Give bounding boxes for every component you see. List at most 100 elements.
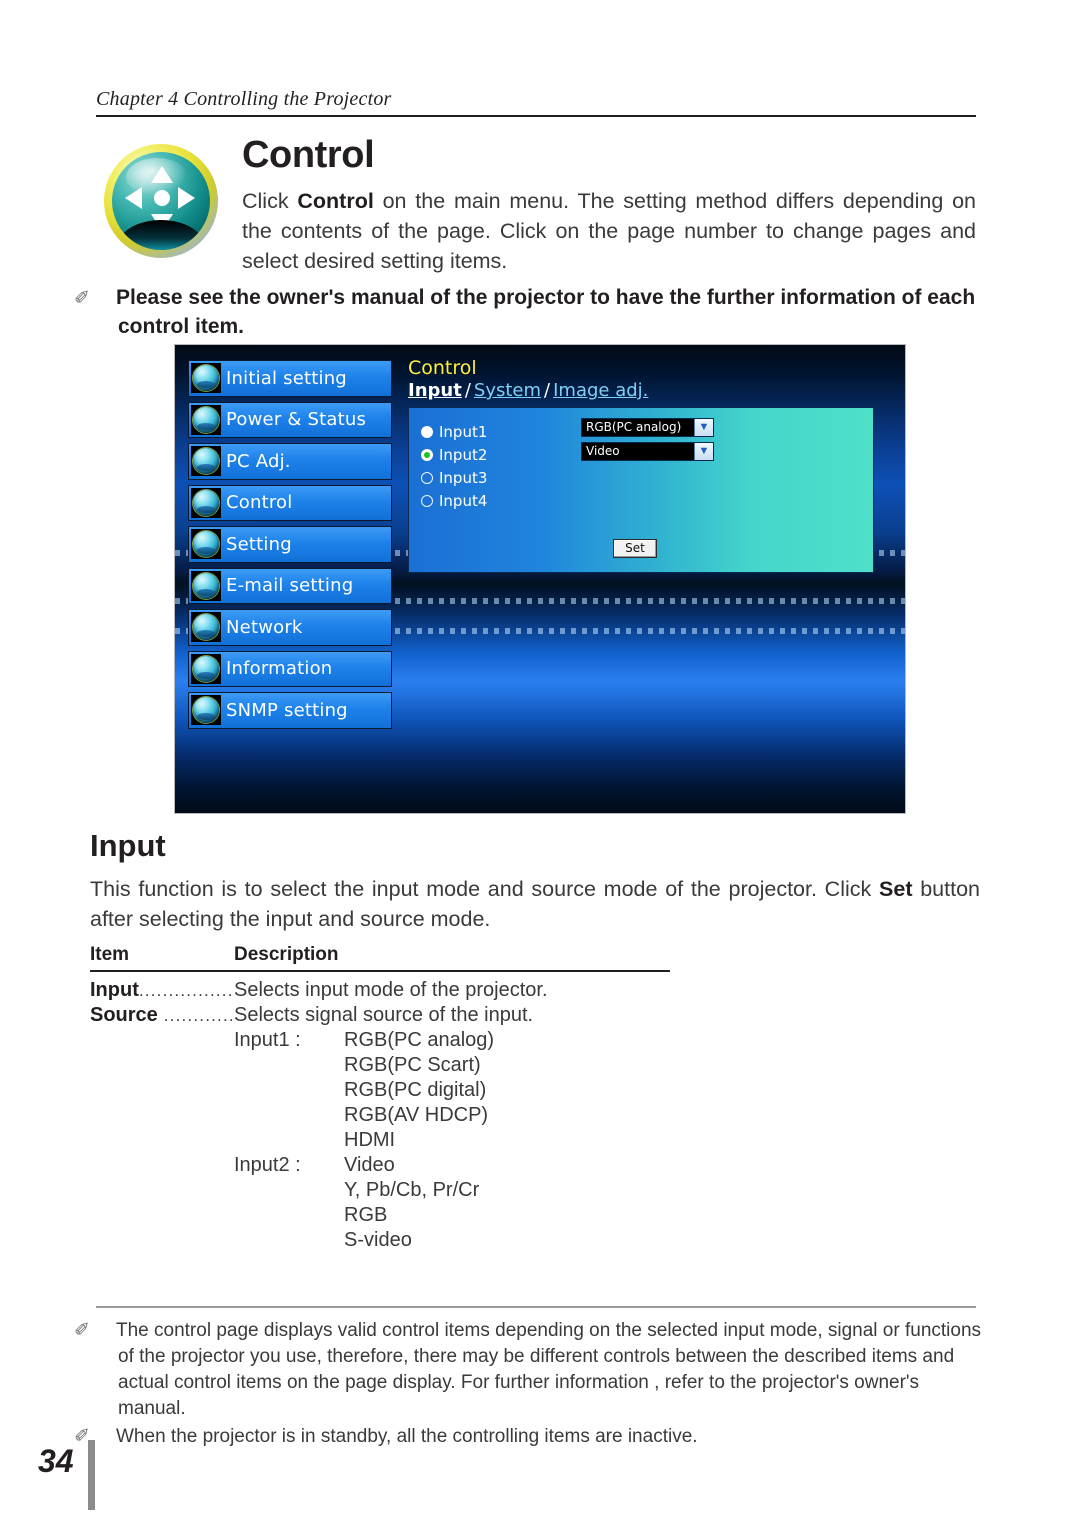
footer-note-1-text: The control page displays valid control …: [116, 1320, 982, 1419]
option-group-key-spacer: [90, 1178, 344, 1203]
input-section-description: This function is to select the input mod…: [90, 874, 980, 934]
sidebar-item-initial-setting[interactable]: Initial setting: [188, 360, 392, 397]
input1-label: Input1: [439, 422, 488, 441]
option-value: RGB: [344, 1204, 388, 1226]
table-row-item: Source ....................: [90, 1003, 234, 1028]
dot-leader: ........................: [138, 981, 234, 1000]
column-header-description: Description: [234, 944, 339, 965]
input-section-title: Input: [90, 828, 166, 863]
control-direction-pad-icon: [96, 140, 228, 265]
sidebar-item-snmp-setting[interactable]: SNMP setting: [188, 692, 392, 729]
information-orb-icon: [191, 653, 221, 684]
ui-input-panel: Input1 Input2 Input3 Input4 RGB(PC analo: [408, 407, 874, 573]
footer-divider: [96, 1306, 976, 1308]
input4-label: Input4: [439, 491, 488, 510]
option-group-key-spacer: [90, 1078, 344, 1103]
ui-panel-title: Control: [408, 357, 477, 379]
sidebar-item-information[interactable]: Information: [188, 650, 392, 687]
input2-radio[interactable]: [421, 448, 433, 461]
option-value: RGB(PC analog): [344, 1029, 495, 1051]
ui-main-content: Control Input / System / Image adj. Input1 I…: [408, 357, 888, 573]
option-value: Y, Pb/Cb, Pr/Cr: [344, 1179, 480, 1201]
control-description: Click Control on the main menu. The sett…: [242, 186, 976, 276]
header-divider: [96, 115, 976, 117]
initial-setting-orb-icon: [191, 363, 221, 394]
table-header-row: Item Description: [90, 944, 670, 970]
input2-label: Input2: [439, 445, 488, 464]
source-select-group: RGB(PC analog) ▼ Video ▼: [581, 418, 714, 466]
input2-row[interactable]: Input2: [421, 443, 487, 466]
sidebar-item-setting[interactable]: Setting: [188, 526, 392, 563]
table-row-description: Selects signal source of the input.: [234, 1004, 534, 1026]
input2-source-select[interactable]: Video ▼: [581, 442, 714, 461]
table-row-description: Selects input mode of the projector.: [234, 979, 548, 1001]
option-row: Input2 : Video: [90, 1153, 670, 1178]
chapter-header: Chapter 4 Controlling the Projector: [96, 88, 976, 114]
option-group-key-spacer: [90, 1053, 344, 1078]
chevron-down-icon[interactable]: ▼: [694, 443, 713, 460]
option-group-key: Input2 :: [234, 1154, 301, 1176]
owner-manual-notice: ✐ Please see the owner's manual of the pr…: [74, 284, 982, 341]
projector-web-ui-screenshot: Initial setting Power & Status PC Adj. C…: [174, 344, 906, 814]
pencil-icon: ✐: [74, 288, 90, 309]
chevron-down-icon[interactable]: ▼: [694, 419, 713, 436]
icon-sphere: [112, 152, 210, 250]
sidebar-item-control[interactable]: Control: [188, 484, 392, 521]
control-description-prefix: Click: [242, 189, 298, 213]
input3-radio[interactable]: [421, 471, 433, 484]
sidebar-item-power-status[interactable]: Power & Status: [188, 401, 392, 438]
email-orb-icon: [191, 570, 221, 601]
option-row: RGB(PC digital): [90, 1078, 670, 1103]
pc-adj-orb-icon: [191, 446, 221, 477]
sidebar-item-label: Power & Status: [226, 409, 367, 431]
sidebar-item-label: E-mail setting: [226, 575, 354, 597]
option-group-key-spacer: [90, 1228, 344, 1253]
option-row: Y, Pb/Cb, Pr/Cr: [90, 1178, 670, 1203]
sidebar-item-label: Network: [226, 616, 303, 638]
control-orb-icon: [191, 487, 221, 518]
input4-radio[interactable]: [421, 494, 433, 507]
power-status-orb-icon: [191, 404, 221, 435]
input1-source-select[interactable]: RGB(PC analog) ▼: [581, 418, 714, 437]
control-description-bold: Control: [297, 189, 374, 213]
option-row: RGB: [90, 1203, 670, 1228]
item-description-table: Item Description Input..................…: [90, 944, 670, 1253]
input1-row[interactable]: Input1: [421, 420, 487, 443]
page-title: Control: [242, 134, 375, 176]
sidebar-item-label: Information: [226, 658, 333, 680]
sidebar-item-pc-adj[interactable]: PC Adj.: [188, 443, 392, 480]
snmp-orb-icon: [191, 695, 221, 726]
sidebar-item-label: SNMP setting: [226, 699, 348, 721]
set-button[interactable]: Set: [613, 539, 657, 558]
option-group-key-spacer: [90, 1203, 344, 1228]
input3-label: Input3: [439, 468, 488, 487]
option-value: Video: [344, 1154, 395, 1176]
tab-separator: /: [464, 380, 471, 401]
footer-notes: ✐ The control page displays valid control…: [74, 1318, 982, 1452]
tab-system[interactable]: System: [474, 380, 541, 401]
sidebar-item-email-setting[interactable]: E-mail setting: [188, 567, 392, 604]
input3-row[interactable]: Input3: [421, 466, 487, 489]
table-row-item: Input........................: [90, 978, 234, 1003]
tab-input[interactable]: Input: [408, 380, 462, 401]
ui-tab-bar: Input / System / Image adj.: [408, 379, 888, 403]
column-header-item: Item: [90, 944, 130, 965]
input-description-prefix: This function is to select the input mod…: [90, 877, 880, 901]
ui-sidebar: Initial setting Power & Status PC Adj. C…: [188, 360, 392, 734]
input4-row[interactable]: Input4: [421, 489, 487, 512]
arrow-right-icon: [178, 187, 195, 209]
row-item-label: Input: [90, 979, 139, 1001]
option-group-key-spacer: [90, 1128, 344, 1153]
tab-image-adj[interactable]: Image adj.: [553, 380, 648, 401]
option-value: HDMI: [344, 1129, 396, 1151]
row-item-label: Source: [90, 1004, 158, 1026]
pencil-icon: ✐: [74, 1320, 90, 1341]
footer-note-2-text: When the projector is in standby, all th…: [116, 1426, 698, 1447]
tab-separator: /: [544, 380, 551, 401]
input1-radio[interactable]: [421, 425, 433, 438]
sidebar-item-network[interactable]: Network: [188, 609, 392, 646]
chapter-label: Chapter 4 Controlling the Projector: [96, 88, 392, 110]
input-description-bold: Set: [879, 877, 913, 901]
option-row: RGB(AV HDCP): [90, 1103, 670, 1128]
footer-note-2: ✐ When the projector is in standby, all t…: [74, 1424, 982, 1450]
